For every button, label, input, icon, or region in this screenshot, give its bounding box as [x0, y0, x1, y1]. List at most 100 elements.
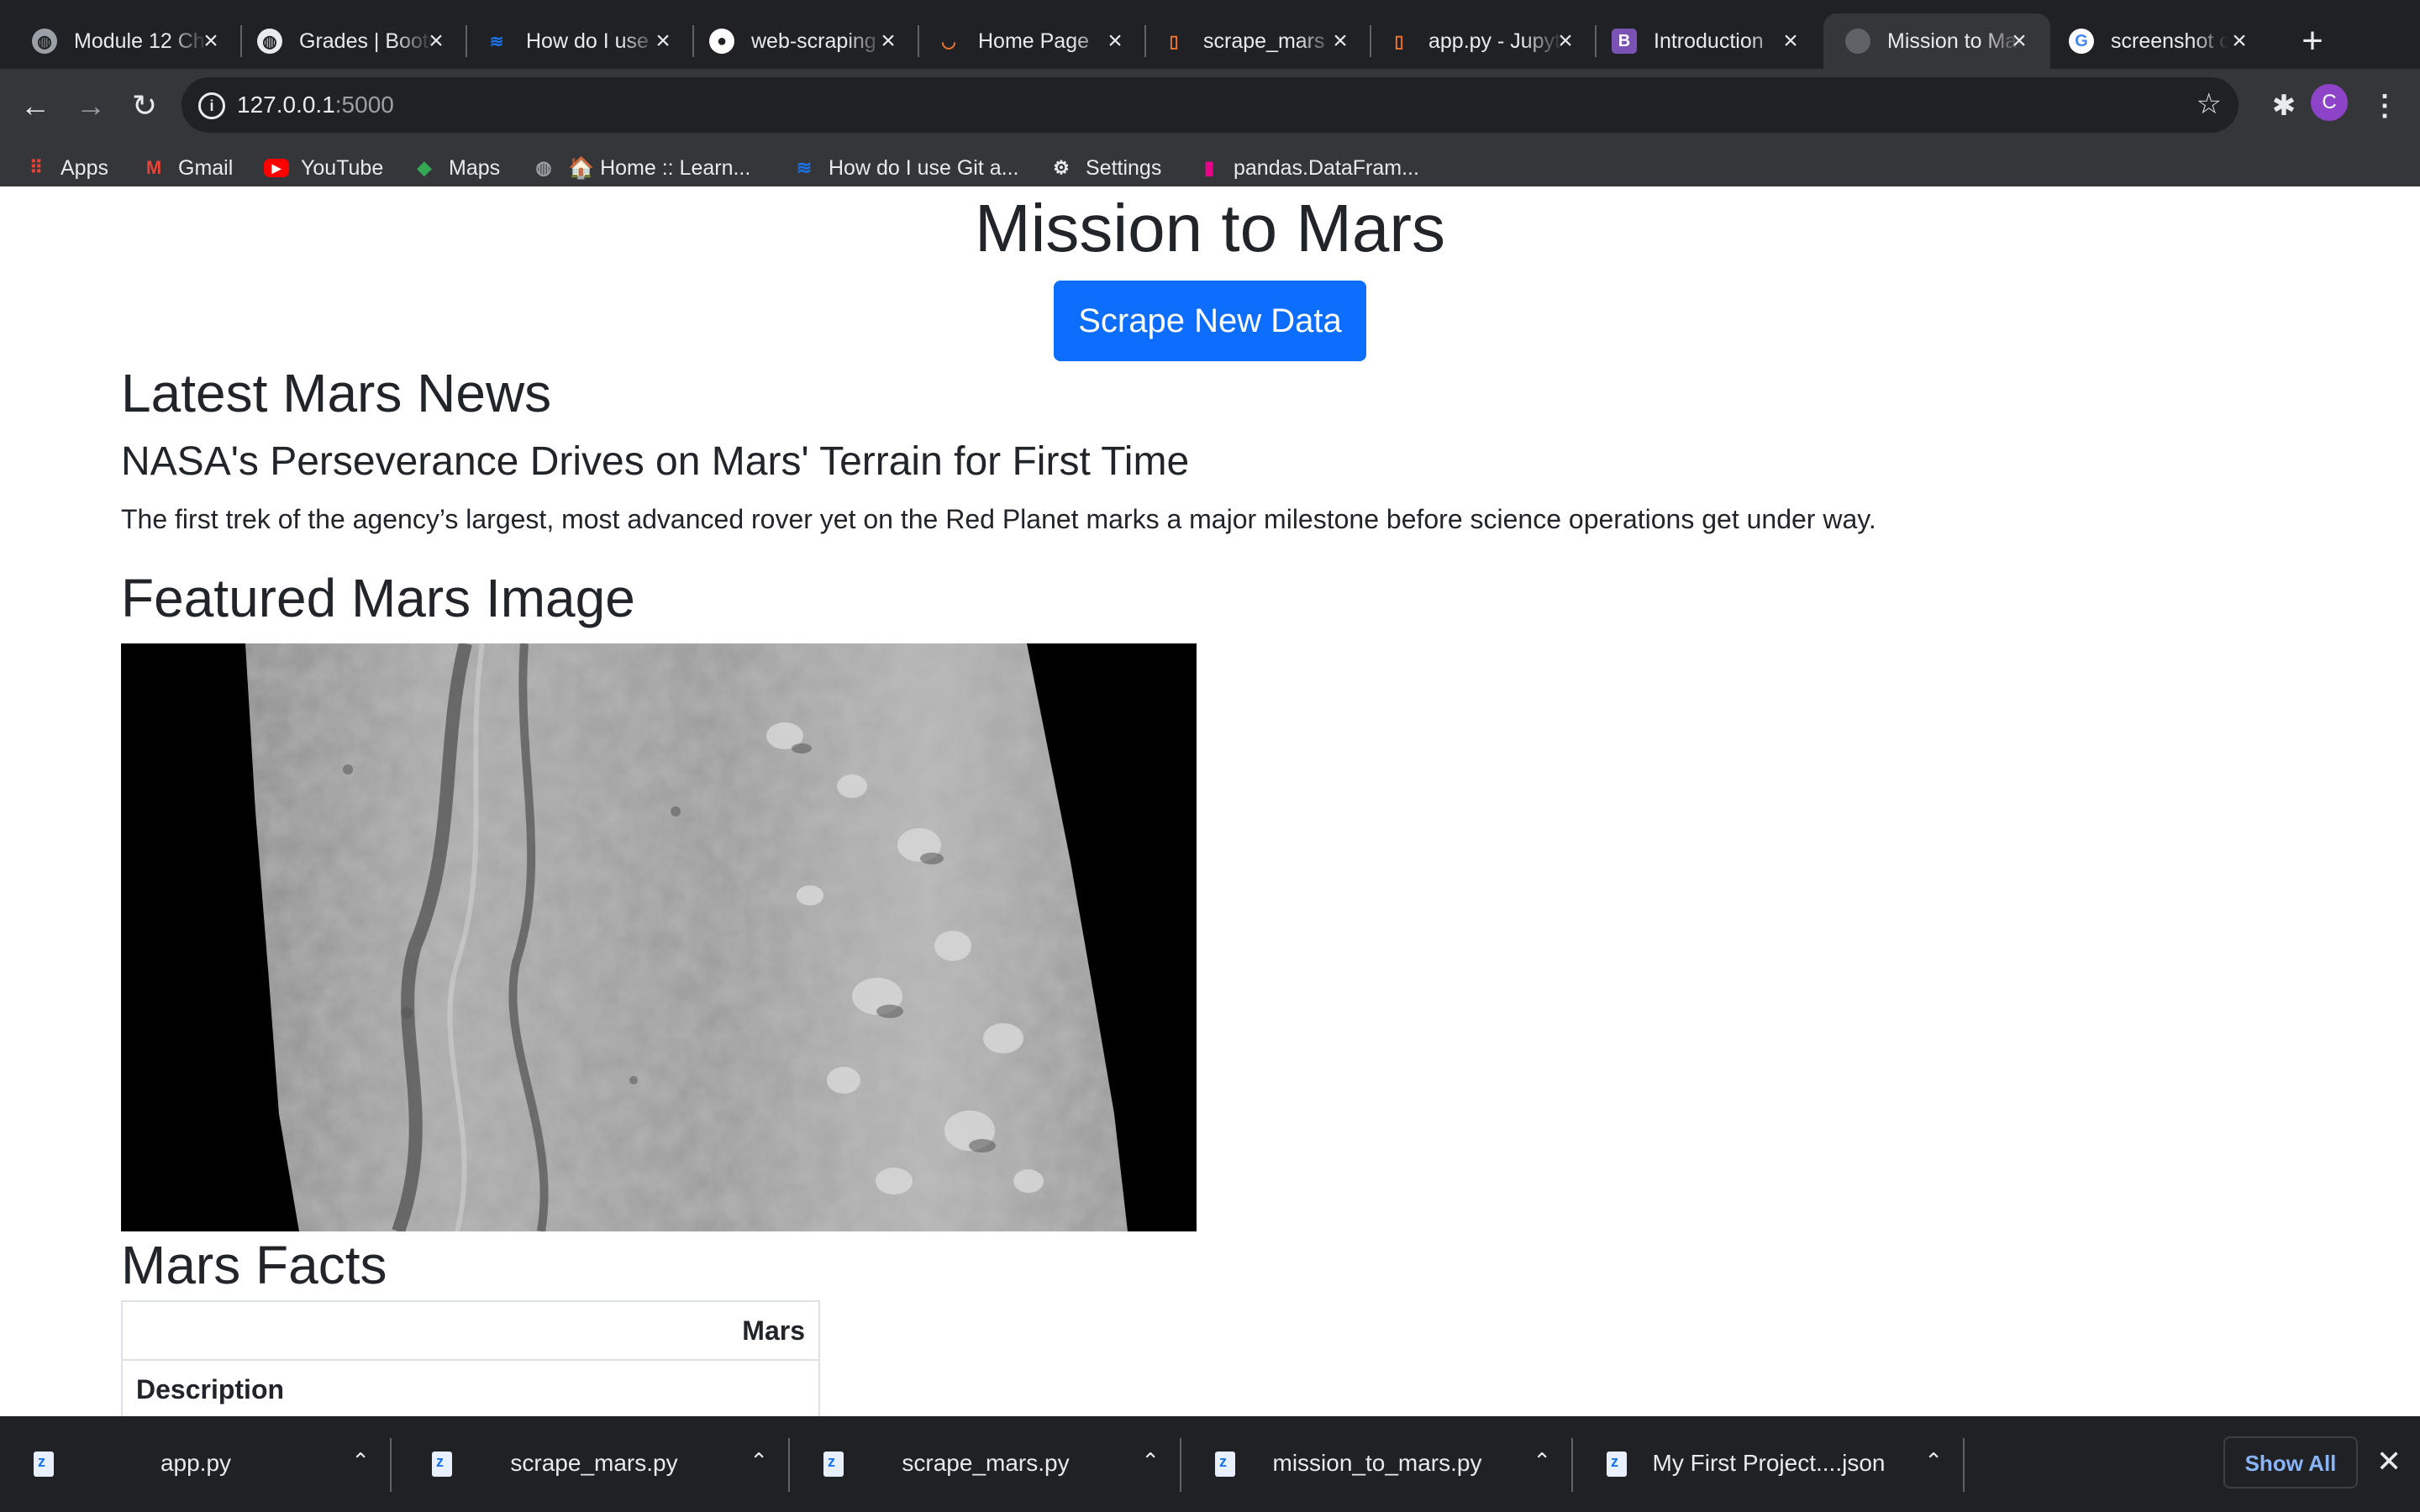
- tab-title: Introduction: [1654, 29, 1764, 53]
- download-filename: scrape_mars.py: [510, 1450, 678, 1476]
- bookmark-star-icon[interactable]: ☆: [2196, 87, 2222, 121]
- profile-avatar[interactable]: C: [2311, 84, 2348, 121]
- chevron-up-icon[interactable]: ⌃: [351, 1448, 370, 1474]
- chevron-up-icon[interactable]: ⌃: [1924, 1448, 1943, 1474]
- bookmark-gmail[interactable]: M Gmail: [141, 150, 233, 186]
- apps-grid-icon: ⠿: [29, 157, 44, 178]
- tab-app-py[interactable]: ▯ app.py - Jupyter ×: [1355, 13, 1597, 69]
- bookmark-youtube[interactable]: ▶ YouTube: [264, 150, 383, 186]
- url-port: :5000: [334, 92, 394, 118]
- table-row-header: Description: [121, 1359, 820, 1416]
- browser-toolbar: ← → ↻ i 127.0.0.1:5000 ☆ ✱ C ⋮ ⠿ Apps M …: [0, 69, 2420, 200]
- bookmark-learn[interactable]: ◍ 🏠 Home :: Learn...: [531, 150, 750, 186]
- google-icon: G: [2069, 29, 2094, 54]
- menu-icon[interactable]: ⋮: [2360, 81, 2410, 131]
- address-bar[interactable]: i 127.0.0.1:5000 ☆: [182, 77, 2238, 133]
- tab-stackoverflow[interactable]: ≋ How do I use ×: [452, 13, 694, 69]
- close-icon[interactable]: ×: [198, 29, 224, 54]
- close-icon[interactable]: ×: [1553, 29, 1578, 54]
- globe-icon: ◍: [32, 29, 57, 54]
- url-text: 127.0.0.1:5000: [237, 92, 394, 118]
- bookmark-label: 🏠 Home :: Learn...: [568, 155, 751, 180]
- close-icon[interactable]: ×: [2007, 29, 2032, 54]
- bookmark-settings[interactable]: ⚙ Settings: [1049, 150, 1161, 186]
- tab-title: Grades | Bootcamp: [299, 29, 434, 53]
- bookmark-label: Maps: [449, 155, 501, 180]
- close-icon[interactable]: ×: [876, 29, 901, 54]
- chevron-up-icon[interactable]: ⌃: [1533, 1448, 1551, 1474]
- featured-image-heading: Featured Mars Image: [121, 568, 635, 628]
- download-separator: [390, 1438, 392, 1492]
- tab-module-12[interactable]: ◍ Module 12 Challenge ×: [0, 13, 242, 69]
- tab-title: web-scraping: [751, 29, 876, 53]
- show-all-downloads-button[interactable]: Show All: [2223, 1436, 2358, 1488]
- bookmark-label: Gmail: [178, 155, 234, 180]
- globe-icon: ◍: [257, 29, 282, 54]
- bookmark-label: pandas.DataFram...: [1234, 155, 1419, 180]
- mars-terrain-image: [121, 643, 1197, 1231]
- download-item[interactable]: scrape_mars.py ⌃: [790, 1416, 1181, 1512]
- bookmark-pandas[interactable]: ▮ pandas.DataFram...: [1197, 150, 1419, 186]
- close-icon[interactable]: ×: [2227, 29, 2252, 54]
- forward-button[interactable]: →: [66, 81, 116, 131]
- download-shelf: app.py ⌃ scrape_mars.py ⌃ scrape_mars.py…: [0, 1416, 2420, 1512]
- extensions-icon[interactable]: ✱: [2259, 81, 2309, 131]
- bootstrap-icon: B: [1612, 29, 1637, 54]
- info-icon[interactable]: i: [198, 92, 225, 119]
- tab-title: screenshot of: [2111, 29, 2228, 53]
- page-content: Mission to Mars Scrape New Data Latest M…: [0, 186, 2420, 1416]
- file-icon: ▯: [1394, 32, 1404, 51]
- tab-jupyter-home[interactable]: ◡ Home Page ×: [904, 13, 1146, 69]
- download-item[interactable]: mission_to_mars.py ⌃: [1181, 1416, 1573, 1512]
- page-title: Mission to Mars: [974, 191, 1446, 265]
- chevron-up-icon[interactable]: ⌃: [750, 1448, 768, 1474]
- globe-icon: [1845, 29, 1870, 54]
- download-item[interactable]: app.py ⌃: [0, 1416, 392, 1512]
- download-filename: My First Project....json: [1652, 1450, 1886, 1476]
- new-tab-button[interactable]: +: [2294, 23, 2331, 60]
- download-filename: mission_to_mars.py: [1272, 1450, 1482, 1476]
- bookmark-git[interactable]: ≋ How do I use Git a...: [792, 150, 1019, 186]
- download-item[interactable]: scrape_mars.py ⌃: [398, 1416, 790, 1512]
- table-row: Description: [121, 1359, 820, 1416]
- download-filename: scrape_mars.py: [902, 1450, 1070, 1476]
- url-host: 127.0.0.1: [237, 92, 335, 118]
- close-icon[interactable]: ✕: [2376, 1445, 2402, 1478]
- table-column-header: Mars: [121, 1300, 820, 1361]
- jupyter-icon: ◡: [941, 32, 956, 51]
- tab-github[interactable]: ● web-scraping ×: [677, 13, 919, 69]
- bookmark-maps[interactable]: ◆ Maps: [412, 150, 501, 186]
- news-paragraph: The first trek of the agency’s largest, …: [121, 504, 1876, 534]
- bookmark-label: Apps: [60, 155, 108, 180]
- bookmark-apps[interactable]: ⠿ Apps: [24, 150, 108, 186]
- bookmark-label: How do I use Git a...: [829, 155, 1019, 180]
- close-icon[interactable]: ×: [1328, 29, 1353, 54]
- tab-scrape-mars[interactable]: ▯ scrape_mars ×: [1129, 13, 1371, 69]
- bookmark-label: Settings: [1086, 155, 1162, 180]
- download-separator: [1963, 1438, 1965, 1492]
- reload-button[interactable]: ↻: [119, 81, 170, 131]
- youtube-icon: ▶: [264, 159, 289, 177]
- pandas-icon: ▮: [1203, 157, 1215, 178]
- back-button[interactable]: ←: [10, 81, 60, 131]
- file-icon: ▯: [1169, 32, 1179, 51]
- mars-facts-table: Mars Description: [121, 1300, 820, 1416]
- close-icon[interactable]: ×: [1102, 29, 1128, 54]
- table-header-row: Mars: [121, 1300, 820, 1361]
- tab-mission-to-mars[interactable]: Mission to Mars ×: [1823, 13, 2050, 69]
- download-filename: app.py: [160, 1450, 232, 1476]
- github-icon: ●: [709, 29, 734, 54]
- close-icon[interactable]: ×: [1778, 29, 1803, 54]
- tab-bootstrap[interactable]: B Introduction ×: [1580, 13, 1822, 69]
- close-icon[interactable]: ×: [424, 29, 449, 54]
- close-icon[interactable]: ×: [650, 29, 676, 54]
- tab-title: Mission to Mars: [1887, 29, 2022, 53]
- chevron-up-icon[interactable]: ⌃: [1141, 1448, 1160, 1474]
- scrape-new-data-button[interactable]: Scrape New Data: [1054, 281, 1366, 361]
- globe-icon: ◍: [535, 157, 552, 178]
- tab-grades[interactable]: ◍ Grades | Bootcamp ×: [225, 13, 467, 69]
- tab-google-search[interactable]: G screenshot of ×: [2050, 13, 2252, 69]
- latest-news-heading: Latest Mars News: [121, 363, 552, 423]
- download-item[interactable]: My First Project....json ⌃: [1573, 1416, 1965, 1512]
- tab-title: scrape_mars: [1203, 29, 1325, 53]
